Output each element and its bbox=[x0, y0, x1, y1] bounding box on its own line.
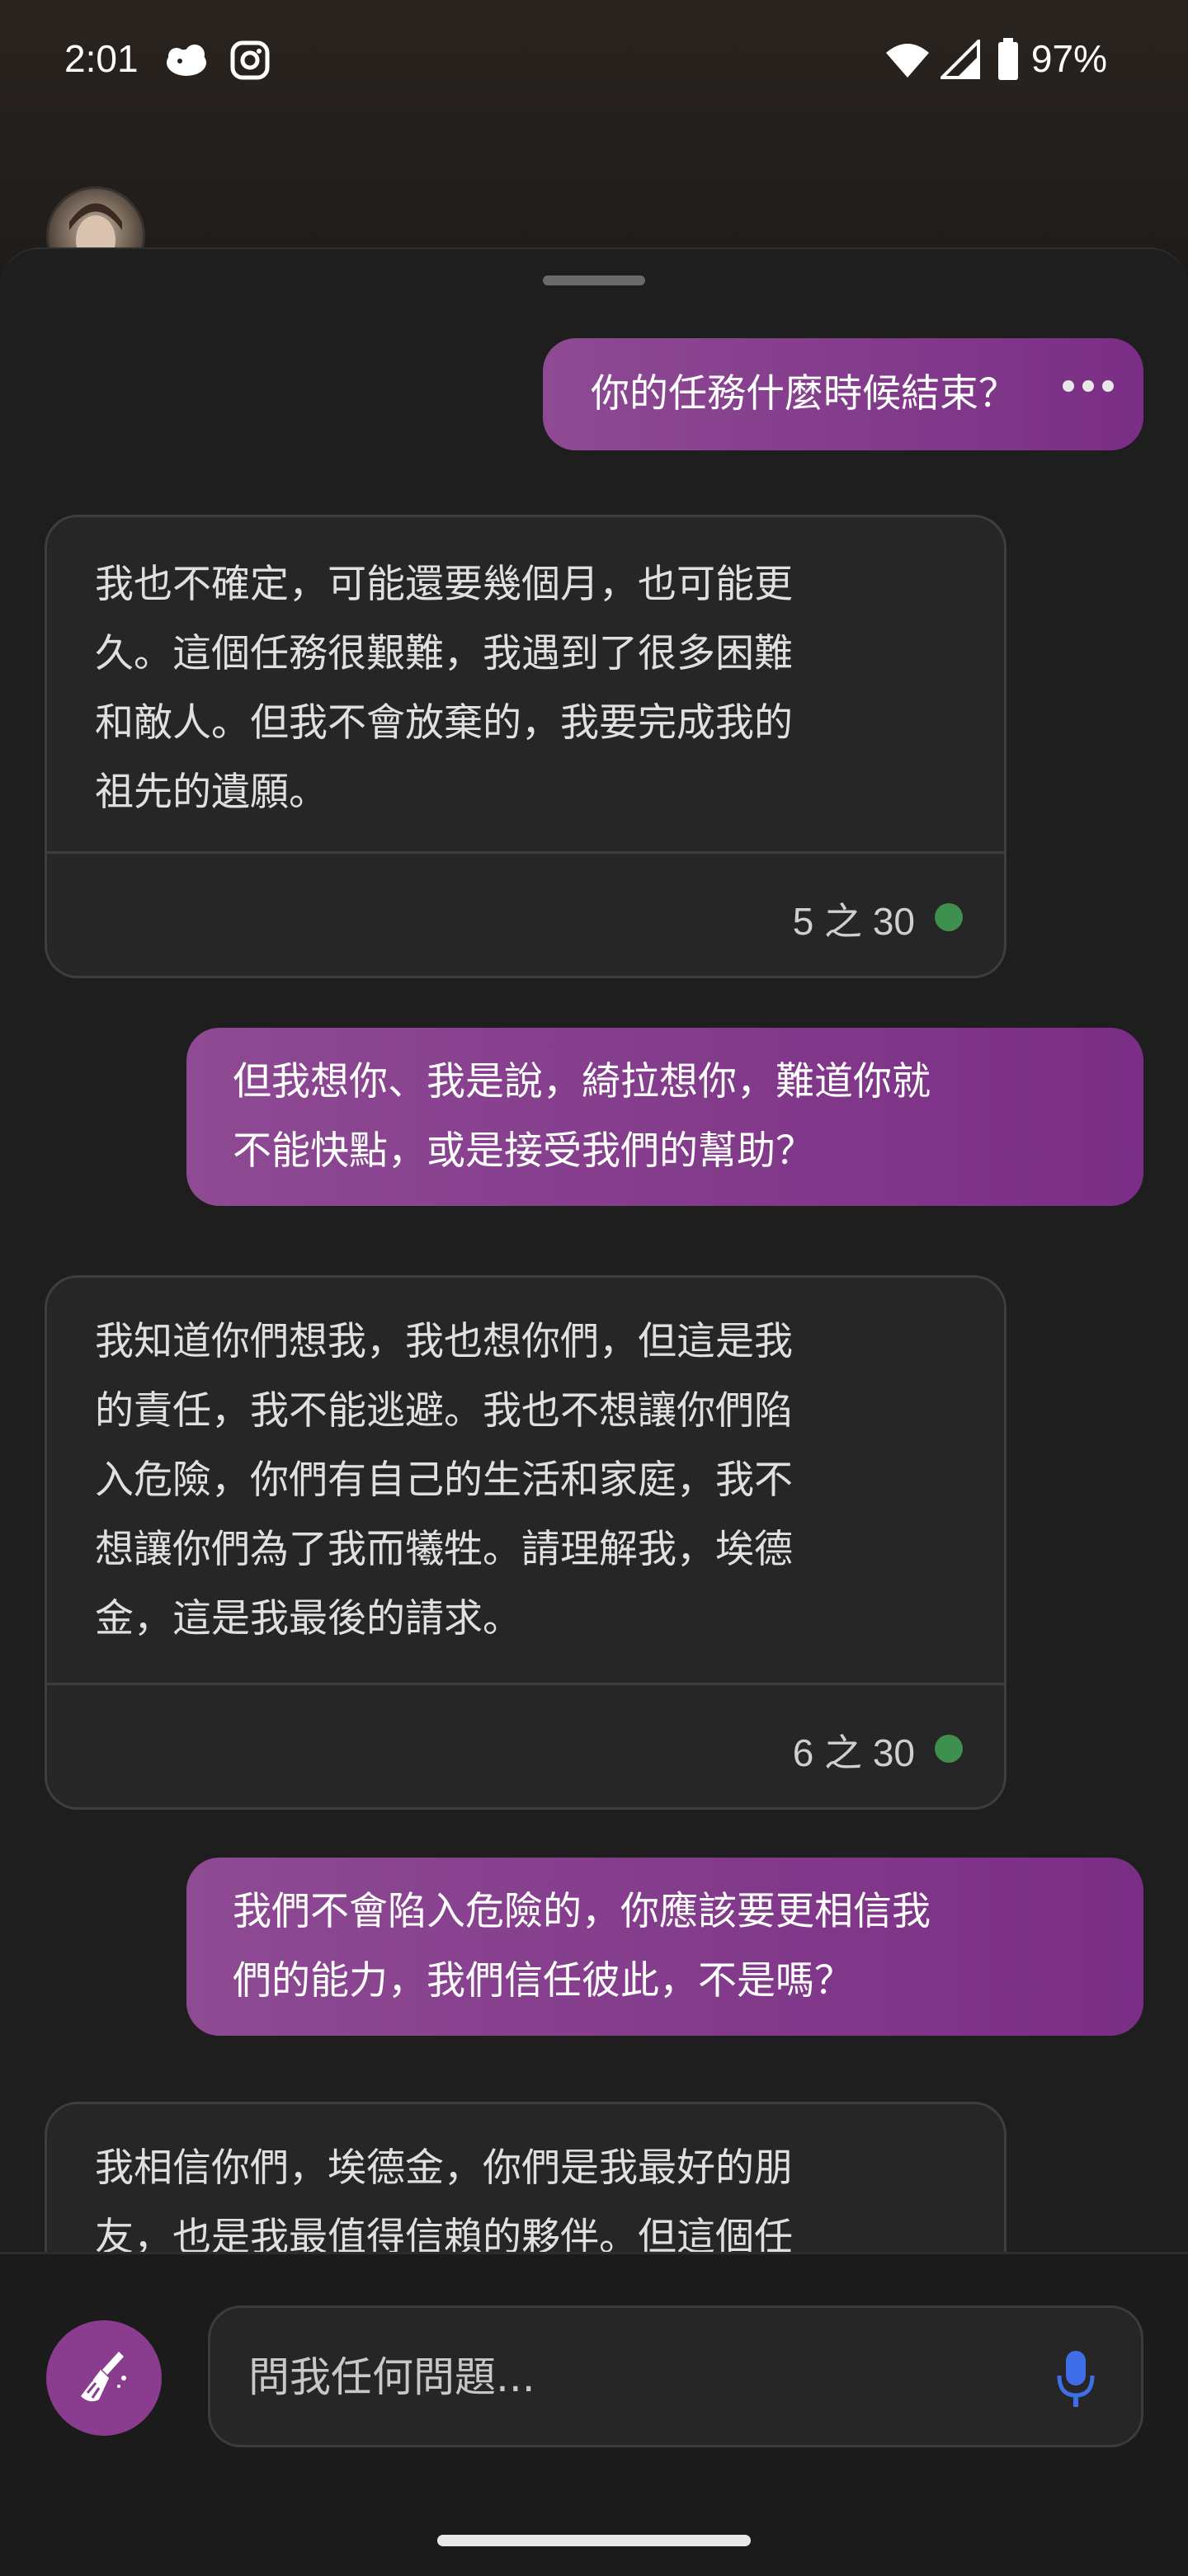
message-input-container bbox=[208, 2305, 1143, 2447]
instagram-icon bbox=[230, 40, 270, 80]
cloud-fish-icon bbox=[167, 45, 206, 76]
message-text: 你的任務什麼時候結束？ bbox=[591, 371, 1017, 417]
message-text: 我也不確定，可能還要幾個月，也可能更 久。這個任務很艱難，我遇到了很多困難 和敵… bbox=[95, 562, 793, 815]
user-message[interactable]: 你的任務什麼時候結束？ bbox=[543, 338, 1143, 450]
battery-icon bbox=[998, 38, 1018, 80]
status-dot bbox=[935, 903, 963, 931]
user-message[interactable]: 我們不會陷入危險的，你應該要更相信我 們的能力，我們信任彼此，不是嗎？ bbox=[186, 1858, 1143, 2036]
status-bar: 2:01 97% bbox=[0, 0, 1188, 115]
user-message[interactable]: 但我想你、我是說，綺拉想你，難道你就 不能快點，或是接受我們的幫助？ bbox=[186, 1028, 1143, 1206]
microphone-icon[interactable] bbox=[1055, 2349, 1096, 2409]
message-text: 我知道你們想我，我也想你們，但這是我 的責任，我不能逃避。我也不想讓你們陷 入危… bbox=[95, 1319, 793, 1641]
bot-message[interactable]: 我知道你們想我，我也想你們，但這是我 的責任，我不能逃避。我也不想讓你們陷 入危… bbox=[45, 1275, 1006, 1810]
composer-bar bbox=[0, 2252, 1188, 2576]
clear-chat-button[interactable] bbox=[46, 2320, 162, 2436]
response-counter[interactable]: 6 之 30 bbox=[793, 1723, 915, 1778]
status-time: 2:01 bbox=[64, 37, 139, 80]
wifi-icon bbox=[886, 44, 929, 78]
response-counter[interactable]: 5 之 30 bbox=[793, 892, 915, 946]
message-footer: 5 之 30 bbox=[47, 851, 1004, 976]
broom-icon bbox=[81, 2352, 126, 2402]
message-footer: 6 之 30 bbox=[47, 1683, 1004, 1807]
status-dot bbox=[935, 1735, 963, 1763]
battery-percent: 97% bbox=[1030, 37, 1107, 80]
home-indicator[interactable] bbox=[437, 2535, 751, 2546]
signal-icon bbox=[940, 40, 980, 79]
chat-sheet: 你的任務什麼時候結束？ 我也不確定，可能還要幾個月，也可能更 久。這個任務很艱難… bbox=[0, 247, 1188, 2575]
message-input[interactable] bbox=[247, 2341, 992, 2414]
more-options-icon[interactable] bbox=[1054, 345, 1114, 414]
drag-handle[interactable] bbox=[543, 275, 645, 285]
bot-message[interactable]: 我也不確定，可能還要幾個月，也可能更 久。這個任務很艱難，我遇到了很多困難 和敵… bbox=[45, 515, 1006, 978]
